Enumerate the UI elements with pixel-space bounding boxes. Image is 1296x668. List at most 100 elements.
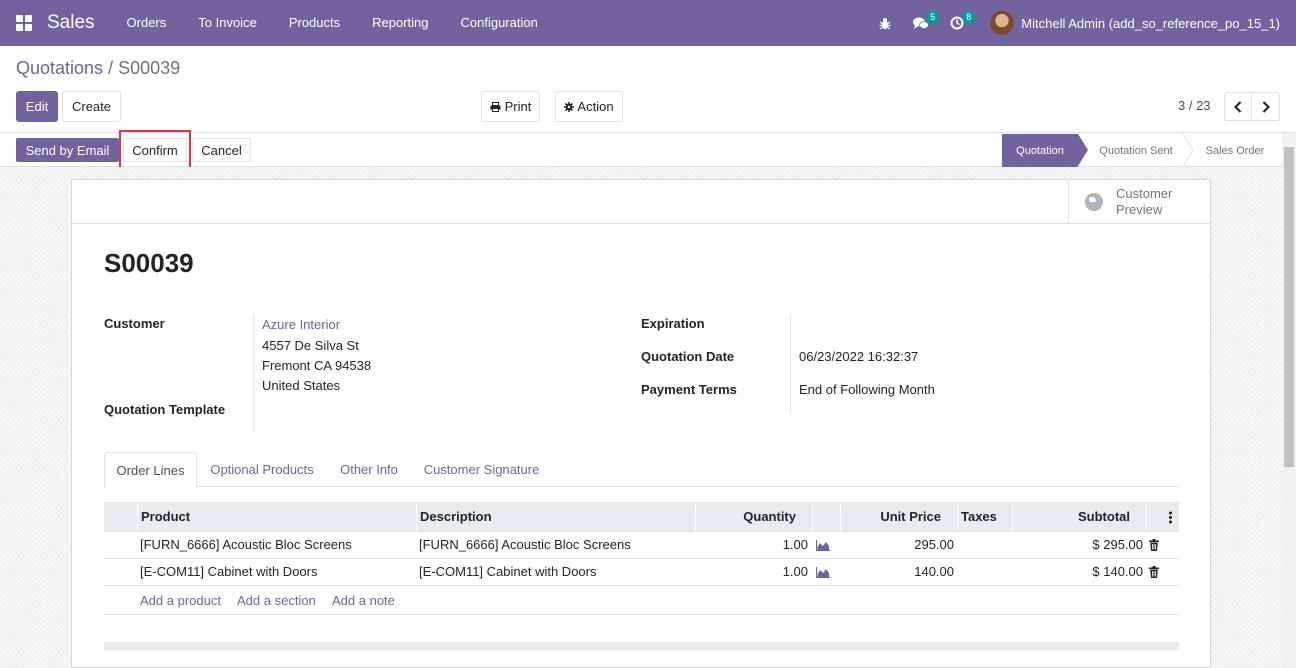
- header-taxes[interactable]: Taxes: [961, 503, 997, 531]
- tab-order-lines[interactable]: Order Lines: [104, 452, 197, 488]
- stage-quotation-sent[interactable]: Quotation Sent: [1090, 134, 1182, 167]
- print-label: Print: [504, 99, 532, 114]
- edit-button[interactable]: Edit: [16, 91, 58, 122]
- header-product[interactable]: Product: [141, 503, 190, 531]
- create-button[interactable]: Create: [62, 91, 121, 122]
- button-box: Customer Preview: [72, 180, 1210, 224]
- scrollbar-thumb[interactable]: [1284, 147, 1294, 467]
- top-navbar: Sales Orders To Invoice Products Reporti…: [0, 0, 1296, 46]
- action-button[interactable]: Action: [555, 91, 623, 122]
- row-description[interactable]: [FURN_6666] Acoustic Bloc Screens: [419, 532, 631, 558]
- customer-preview-line2: Preview: [1116, 202, 1163, 217]
- table-footer-bar: [104, 642, 1179, 650]
- row-unit-price[interactable]: 295.00: [914, 532, 954, 558]
- messages-icon[interactable]: 5: [906, 0, 940, 46]
- forecast-chart-icon[interactable]: [816, 540, 830, 551]
- customer-address-line3: United States: [262, 378, 341, 393]
- print-button[interactable]: Print: [481, 91, 540, 122]
- header-separator: [812, 503, 813, 531]
- header-separator: [137, 503, 138, 531]
- pager-next-button[interactable]: [1251, 92, 1280, 121]
- customer-preview-label: Customer Preview: [1116, 186, 1172, 218]
- chevron-left-icon: [1234, 100, 1242, 113]
- cancel-button[interactable]: Cancel: [192, 138, 251, 162]
- gear-icon: [564, 101, 575, 112]
- tab-optional-products[interactable]: Optional Products: [204, 452, 320, 487]
- quotation-date-value[interactable]: 06/23/2022 16:32:37: [799, 349, 918, 364]
- customer-address-line2: Fremont CA 94538: [262, 358, 372, 373]
- table-row[interactable]: [FURN_6666] Acoustic Bloc Screens [FURN_…: [104, 532, 1179, 559]
- vertical-scrollbar[interactable]: [1282, 133, 1296, 668]
- optional-columns-icon[interactable]: [1169, 511, 1172, 524]
- order-lines-header: Product Description Quantity Unit Price …: [104, 502, 1179, 532]
- menu-to-invoice[interactable]: To Invoice: [182, 0, 273, 46]
- row-subtotal: $ 140.00: [1092, 564, 1143, 579]
- header-quantity[interactable]: Quantity: [743, 503, 796, 531]
- payment-terms-label: Payment Terms: [641, 382, 737, 397]
- menu-orders[interactable]: Orders: [111, 0, 183, 46]
- apps-menu-icon[interactable]: [16, 15, 32, 31]
- add-note-link[interactable]: Add a note: [332, 587, 395, 614]
- customer-address-line1: 4557 De Silva St: [262, 338, 359, 353]
- pager-previous-button[interactable]: [1224, 92, 1252, 121]
- stage-quotation[interactable]: Quotation: [1002, 134, 1078, 167]
- customer-preview-line1: Customer: [1116, 186, 1173, 201]
- tab-customer-signature[interactable]: Customer Signature: [418, 452, 545, 487]
- forecast-chart-icon[interactable]: [816, 567, 830, 578]
- expiration-label: Expiration: [641, 316, 705, 331]
- globe-icon: [1085, 193, 1103, 211]
- header-unit-price[interactable]: Unit Price: [880, 503, 941, 531]
- breadcrumb-current: S00039: [118, 58, 181, 78]
- menu-products[interactable]: Products: [273, 0, 356, 46]
- app-name[interactable]: Sales: [47, 12, 95, 34]
- customer-preview-button[interactable]: Customer Preview: [1068, 180, 1210, 224]
- order-name: S00039: [104, 248, 194, 278]
- form-sheet: Customer Preview S00039 Customer Azure I…: [71, 179, 1211, 668]
- breadcrumb: Quotations / S00039: [16, 58, 180, 79]
- tab-other-info[interactable]: Other Info: [334, 452, 404, 487]
- send-by-email-button[interactable]: Send by Email: [16, 138, 119, 162]
- row-product[interactable]: [FURN_6666] Acoustic Bloc Screens: [140, 532, 352, 558]
- delete-trash-icon[interactable]: [1149, 566, 1159, 578]
- user-menu[interactable]: Mitchell Admin (add_so_reference_po_15_1…: [1021, 16, 1280, 31]
- header-separator: [957, 503, 958, 531]
- customer-label: Customer: [104, 316, 165, 331]
- right-group-divider: [790, 314, 791, 414]
- menu-reporting[interactable]: Reporting: [356, 0, 444, 46]
- chevron-right-icon: [1262, 100, 1270, 113]
- quotation-template-label: Quotation Template: [104, 402, 226, 417]
- header-subtotal[interactable]: Subtotal: [1078, 503, 1130, 531]
- row-quantity[interactable]: 1.00: [783, 532, 808, 558]
- header-separator: [416, 503, 417, 531]
- stage-arrow: [1078, 134, 1088, 166]
- header-separator: [1012, 503, 1013, 531]
- row-unit-price[interactable]: 140.00: [914, 559, 954, 585]
- activities-clock-icon[interactable]: 8: [942, 0, 976, 46]
- header-description[interactable]: Description: [420, 503, 492, 531]
- print-icon: [490, 101, 501, 112]
- pager-value[interactable]: 3 / 23: [1178, 98, 1211, 113]
- quotation-date-label: Quotation Date: [641, 349, 735, 364]
- messages-badge: 5: [926, 11, 940, 24]
- stage-sales-order[interactable]: Sales Order: [1194, 134, 1276, 167]
- user-avatar[interactable]: [990, 11, 1015, 35]
- add-section-link[interactable]: Add a section: [237, 587, 316, 614]
- debug-bug-icon[interactable]: [870, 0, 900, 46]
- customer-link[interactable]: Azure Interior: [262, 317, 340, 332]
- delete-trash-icon[interactable]: [1149, 539, 1159, 551]
- row-product[interactable]: [E-COM11] Cabinet with Doors: [140, 559, 318, 585]
- payment-terms-value[interactable]: End of Following Month: [799, 382, 935, 397]
- header-separator: [695, 503, 696, 531]
- notebook-tabs: Order Lines Optional Products Other Info…: [104, 452, 1179, 488]
- action-label: Action: [577, 99, 614, 114]
- row-quantity[interactable]: 1.00: [783, 559, 808, 585]
- menu-configuration[interactable]: Configuration: [445, 0, 554, 46]
- add-product-link[interactable]: Add a product: [140, 587, 221, 614]
- row-subtotal: $ 295.00: [1092, 537, 1143, 552]
- table-row[interactable]: [E-COM11] Cabinet with Doors [E-COM11] C…: [104, 559, 1179, 586]
- breadcrumb-quotations[interactable]: Quotations: [16, 58, 103, 78]
- row-description[interactable]: [E-COM11] Cabinet with Doors: [419, 559, 597, 585]
- left-group-divider: [253, 314, 254, 432]
- status-bar: Send by Email Confirm Cancel Quotation Q…: [0, 132, 1296, 167]
- header-separator: [840, 503, 841, 531]
